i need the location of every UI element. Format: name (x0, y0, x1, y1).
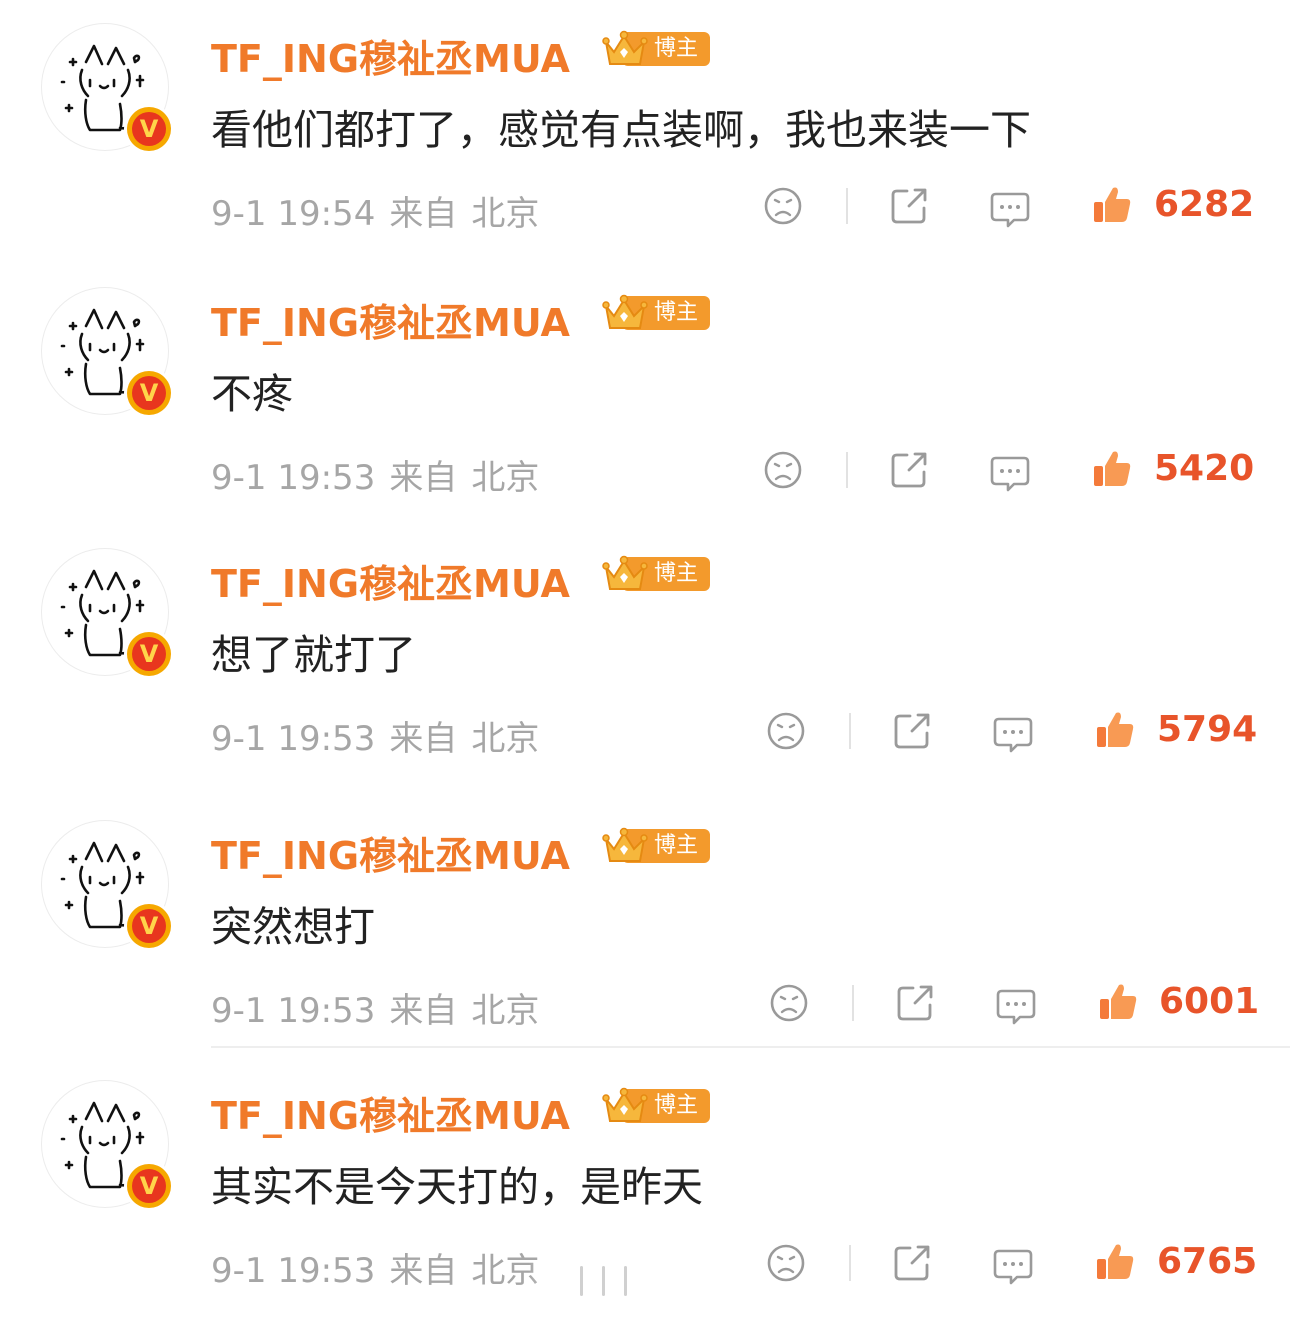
comment-text: 其实不是今天打的，是昨天 (211, 1163, 703, 1211)
frown-face-icon[interactable] (761, 184, 805, 228)
comment-date: 9-1 19:53 (211, 458, 376, 498)
action-divider (846, 188, 848, 224)
action-divider (852, 985, 854, 1021)
comment-bubble-icon[interactable] (994, 983, 1038, 1027)
like-count: 5794 (1157, 709, 1258, 750)
author-tag: 博主 (600, 292, 712, 334)
like-count: 5420 (1154, 448, 1255, 489)
comment-meta: 9-1 19:54 来自 北京 (211, 186, 553, 235)
share-icon[interactable] (887, 184, 931, 228)
comment-location: 北京 (471, 991, 540, 1031)
action-divider (849, 1245, 851, 1281)
like-count: 6001 (1159, 981, 1260, 1022)
comment-location: 北京 (471, 194, 540, 234)
frown-face-icon[interactable] (761, 448, 805, 492)
crown-icon (602, 30, 648, 65)
frown-face-icon[interactable] (764, 709, 808, 753)
username[interactable]: TF_ING穆祉丞MUA (211, 553, 570, 608)
comment-meta: 9-1 19:53 来自 北京 (211, 983, 553, 1032)
comment-bubble-icon[interactable] (991, 1243, 1035, 1287)
author-tag: 博主 (600, 1085, 712, 1127)
action-divider (846, 452, 848, 488)
username[interactable]: TF_ING穆祉丞MUA (211, 825, 570, 880)
thumbs-up-icon[interactable] (1093, 1239, 1137, 1283)
comment-item: V TF_ING穆祉丞MUA 博主 突然想打 9-1 19:53 来自 北京 6… (0, 797, 1290, 1057)
comment-item: V TF_ING穆祉丞MUA 博主 想了就打了 9-1 19:53 来自北京 (0, 525, 1290, 785)
verified-badge-icon: V (127, 632, 171, 676)
comment-item: V TF_ING穆祉丞MUA 博主 看他们都打了，感觉有点装啊，我也来装一下 9… (0, 0, 1290, 260)
comment-from: 来自 (389, 1251, 458, 1291)
crown-icon (602, 1087, 648, 1122)
verified-badge-icon: V (127, 904, 171, 948)
comment-text: 不疼 (211, 370, 293, 418)
author-tag: 博主 (600, 825, 712, 867)
comment-meta: 9-1 19:53 来自 北京 (211, 1243, 553, 1292)
comment-meta: 9-1 19:53 来自 北京 (211, 450, 553, 499)
comment-item: V TF_ING穆祉丞MUA 博主 不疼 9-1 19:53 来自 北京 542… (0, 264, 1290, 524)
comment-from: 来自 (389, 458, 458, 498)
comment-date: 9-1 19:54 (211, 194, 376, 234)
verified-badge-icon: V (127, 371, 171, 415)
comment-text: 看他们都打了，感觉有点装啊，我也来装一下 (211, 106, 1031, 154)
author-tag: 博主 (600, 28, 712, 70)
username[interactable]: TF_ING穆祉丞MUA (211, 1085, 570, 1140)
share-icon[interactable] (890, 1241, 934, 1285)
username[interactable]: TF_ING穆祉丞MUA (211, 28, 570, 83)
comment-bubble-icon[interactable] (988, 186, 1032, 230)
comment-text: 突然想打 (211, 903, 375, 951)
thumbs-up-icon[interactable] (1096, 979, 1140, 1023)
crown-icon (602, 827, 648, 862)
frown-face-icon[interactable] (764, 1241, 808, 1285)
comment-meta: 9-1 19:53 来自 北京 (211, 711, 553, 760)
crown-icon (602, 555, 648, 590)
comment-from: 来自 (389, 719, 458, 759)
share-icon[interactable] (893, 981, 937, 1025)
action-divider (849, 713, 851, 749)
comment-date: 9-1 19:53 (211, 719, 376, 759)
comment-date: 9-1 19:53 (211, 991, 376, 1031)
like-count: 6282 (1154, 184, 1255, 225)
comment-location: 北京 (471, 719, 540, 759)
verified-badge-icon: V (127, 107, 171, 151)
comment-bubble-icon[interactable] (988, 450, 1032, 494)
comment-from: 来自 (389, 194, 458, 234)
frown-face-icon[interactable] (767, 981, 811, 1025)
username[interactable]: TF_ING穆祉丞MUA (211, 292, 570, 347)
thumbs-up-icon[interactable] (1090, 446, 1134, 490)
verified-badge-icon: V (127, 1164, 171, 1208)
thumbs-up-icon[interactable] (1090, 182, 1134, 226)
scroll-handle[interactable] (528, 1260, 678, 1300)
share-icon[interactable] (887, 448, 931, 492)
comment-location: 北京 (471, 458, 540, 498)
author-tag: 博主 (600, 553, 712, 595)
thumbs-up-icon[interactable] (1093, 707, 1137, 751)
comment-from: 来自 (389, 991, 458, 1031)
comment-text: 想了就打了 (211, 631, 416, 679)
crown-icon (602, 294, 648, 329)
comment-divider (211, 1046, 1290, 1048)
comment-bubble-icon[interactable] (991, 711, 1035, 755)
like-count: 6765 (1157, 1241, 1258, 1282)
comment-date: 9-1 19:53 (211, 1251, 376, 1291)
share-icon[interactable] (890, 709, 934, 753)
